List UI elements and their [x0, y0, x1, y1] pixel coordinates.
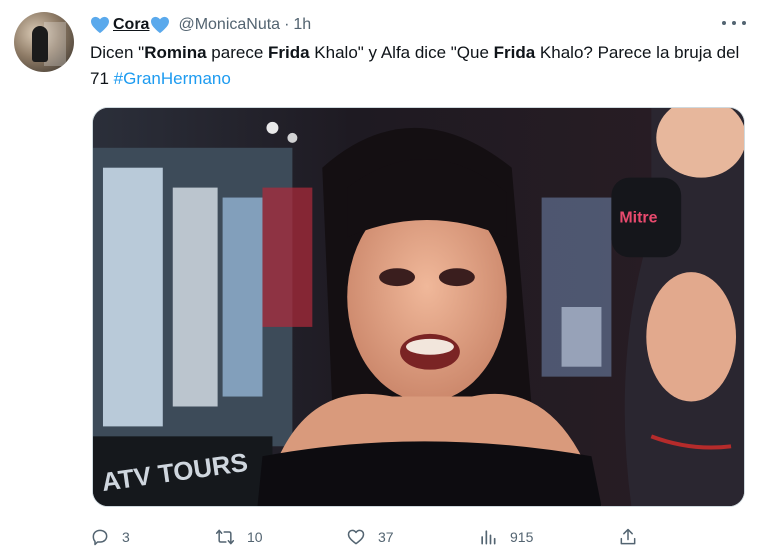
- reply-count: 3: [122, 529, 130, 545]
- display-name[interactable]: Cora: [113, 16, 149, 34]
- avatar[interactable]: [14, 12, 74, 72]
- tweet-card[interactable]: Cora @MonicaNuta · 1h Dicen "Romina pare…: [0, 0, 767, 558]
- text-segment: Dicen ": [90, 43, 145, 62]
- avatar-image-figure: [32, 26, 48, 62]
- views-count: 915: [510, 529, 534, 545]
- reply-icon: [92, 529, 108, 546]
- blue-heart-icon: [90, 16, 110, 34]
- retweet-count: 10: [247, 529, 263, 545]
- retweet-icon: [215, 529, 235, 545]
- tweet-header: Cora @MonicaNuta · 1h: [90, 14, 311, 36]
- tweet-actions: 3 10 37 915: [90, 524, 650, 550]
- views-button[interactable]: 915: [478, 524, 533, 550]
- separator-dot: ·: [284, 16, 290, 33]
- hashtag-link[interactable]: #GranHermano: [114, 69, 231, 88]
- like-button[interactable]: 37: [346, 524, 394, 550]
- user-handle[interactable]: @MonicaNuta: [178, 16, 280, 34]
- reply-button[interactable]: 3: [90, 524, 130, 550]
- share-icon: [620, 528, 636, 545]
- tweet-media-image[interactable]: ATV TOURS Mitre: [92, 107, 745, 507]
- tweet-text: Dicen "Romina parece Frida Khalo" y Alfa…: [90, 40, 760, 92]
- timestamp[interactable]: 1h: [293, 16, 311, 34]
- mic-logo-text: Mitre: [619, 209, 657, 226]
- text-bold: Frida: [493, 43, 536, 62]
- text-segment: parece: [206, 43, 269, 62]
- blue-heart-icon: [150, 16, 170, 34]
- more-icon[interactable]: [722, 16, 746, 30]
- like-icon: [347, 529, 365, 545]
- views-icon: [481, 530, 496, 545]
- share-button[interactable]: [618, 524, 650, 550]
- retweet-button[interactable]: 10: [215, 524, 263, 550]
- text-bold: Frida: [268, 43, 310, 62]
- like-count: 37: [378, 529, 394, 545]
- text-segment: Khalo" y Alfa dice "Que: [309, 43, 494, 62]
- text-bold: Romina: [144, 43, 207, 62]
